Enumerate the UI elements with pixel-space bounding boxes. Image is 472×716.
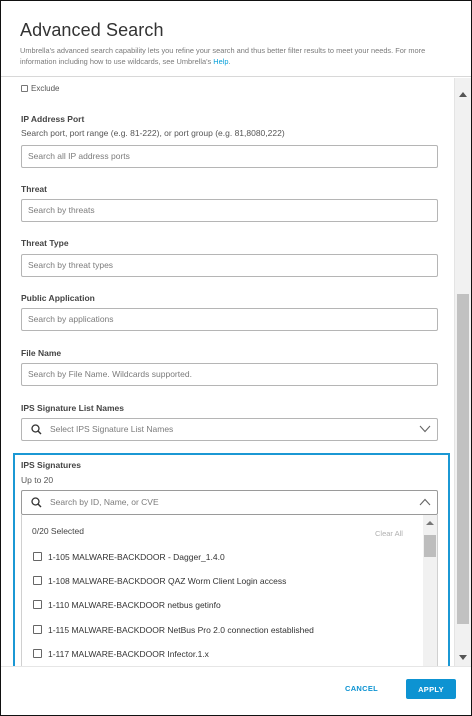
- ips-signatures-dropdown: 0/20 Selected Clear All 1-105 MALWARE-BA…: [21, 515, 438, 666]
- signature-option[interactable]: 1-108 MALWARE-BACKDOOR QAZ Worm Client L…: [33, 574, 286, 588]
- ip-port-label: IP Address Port: [21, 114, 85, 124]
- threat-type-placeholder: Search by threat types: [28, 260, 114, 270]
- search-icon: [31, 497, 42, 508]
- description-end: .: [228, 57, 231, 66]
- dialog-title: Advanced Search: [20, 20, 164, 40]
- scroll-up-arrow[interactable]: [459, 92, 467, 97]
- help-link[interactable]: Help: [213, 57, 228, 66]
- search-icon: [31, 424, 42, 435]
- ips-list-label: IPS Signature List Names: [21, 403, 124, 413]
- advanced-search-dialog: Advanced Search Umbrella's advanced sear…: [0, 0, 472, 716]
- threat-type-input[interactable]: Search by threat types: [21, 254, 438, 277]
- clear-all-button[interactable]: Clear All: [375, 529, 403, 538]
- dialog-description: Umbrella's advanced search capability le…: [20, 45, 460, 67]
- signature-checkbox[interactable]: [33, 625, 42, 635]
- signature-option[interactable]: 1-117 MALWARE-BACKDOOR Infector.1.x: [33, 647, 209, 661]
- signature-option[interactable]: 1-105 MALWARE-BACKDOOR - Dagger_1.4.0: [33, 550, 225, 564]
- ip-port-placeholder: Search all IP address ports: [28, 151, 130, 161]
- public-app-label: Public Application: [21, 293, 95, 303]
- signature-checkbox[interactable]: [33, 649, 42, 659]
- form-scroll-thumb[interactable]: [457, 294, 469, 624]
- dropdown-scrollbar[interactable]: [423, 515, 437, 666]
- threat-input[interactable]: Search by threats: [21, 199, 438, 222]
- threat-placeholder: Search by threats: [28, 205, 95, 215]
- signature-label: 1-105 MALWARE-BACKDOOR - Dagger_1.4.0: [48, 552, 225, 562]
- file-name-placeholder: Search by File Name. Wildcards supported…: [28, 369, 192, 379]
- signature-option[interactable]: 1-110 MALWARE-BACKDOOR netbus getinfo: [33, 598, 221, 612]
- threat-label: Threat: [21, 184, 47, 194]
- chevron-down-icon: [419, 425, 431, 433]
- signature-checkbox[interactable]: [33, 552, 42, 562]
- selected-count: 0/20 Selected: [32, 526, 84, 536]
- file-name-label: File Name: [21, 348, 62, 358]
- chevron-up-icon: [419, 498, 431, 506]
- dialog-footer: CANCEL APPLY: [1, 666, 471, 715]
- threat-type-label: Threat Type: [21, 238, 69, 248]
- form-scrollbar[interactable]: [454, 78, 471, 666]
- form-scroll-area: Exclude IP Address Port Search port, por…: [1, 78, 471, 666]
- apply-button[interactable]: APPLY: [406, 679, 456, 699]
- dialog-header: Advanced Search Umbrella's advanced sear…: [1, 1, 471, 77]
- exclude-checkbox[interactable]: [21, 85, 28, 93]
- ips-signatures-search[interactable]: Search by ID, Name, or CVE: [21, 490, 438, 515]
- signature-label: 1-117 MALWARE-BACKDOOR Infector.1.x: [48, 649, 209, 659]
- ips-list-select[interactable]: Select IPS Signature List Names: [21, 418, 438, 441]
- ips-signatures-hint: Up to 20: [21, 475, 54, 485]
- scroll-up-arrow[interactable]: [426, 521, 434, 525]
- dropdown-scroll-thumb[interactable]: [424, 535, 436, 557]
- signature-checkbox[interactable]: [33, 600, 42, 610]
- ips-list-placeholder: Select IPS Signature List Names: [50, 424, 174, 434]
- signature-label: 1-108 MALWARE-BACKDOOR QAZ Worm Client L…: [48, 576, 287, 586]
- ip-port-input[interactable]: Search all IP address ports: [21, 145, 438, 168]
- ips-signatures-label: IPS Signatures: [21, 460, 81, 470]
- file-name-input[interactable]: Search by File Name. Wildcards supported…: [21, 363, 438, 386]
- public-app-input[interactable]: Search by applications: [21, 308, 438, 331]
- ips-signatures-placeholder: Search by ID, Name, or CVE: [50, 497, 159, 507]
- public-app-placeholder: Search by applications: [28, 314, 114, 324]
- scroll-down-arrow[interactable]: [459, 655, 467, 660]
- cancel-button[interactable]: CANCEL: [345, 684, 378, 693]
- signature-label: 1-115 MALWARE-BACKDOOR NetBus Pro 2.0 co…: [48, 625, 314, 635]
- signature-checkbox[interactable]: [33, 576, 42, 586]
- signature-label: 1-110 MALWARE-BACKDOOR netbus getinfo: [48, 600, 221, 610]
- ip-port-hint: Search port, port range (e.g. 81-222), o…: [21, 128, 285, 138]
- exclude-label: Exclude: [31, 84, 60, 93]
- signature-option[interactable]: 1-115 MALWARE-BACKDOOR NetBus Pro 2.0 co…: [33, 623, 314, 637]
- exclude-option[interactable]: Exclude: [21, 84, 59, 93]
